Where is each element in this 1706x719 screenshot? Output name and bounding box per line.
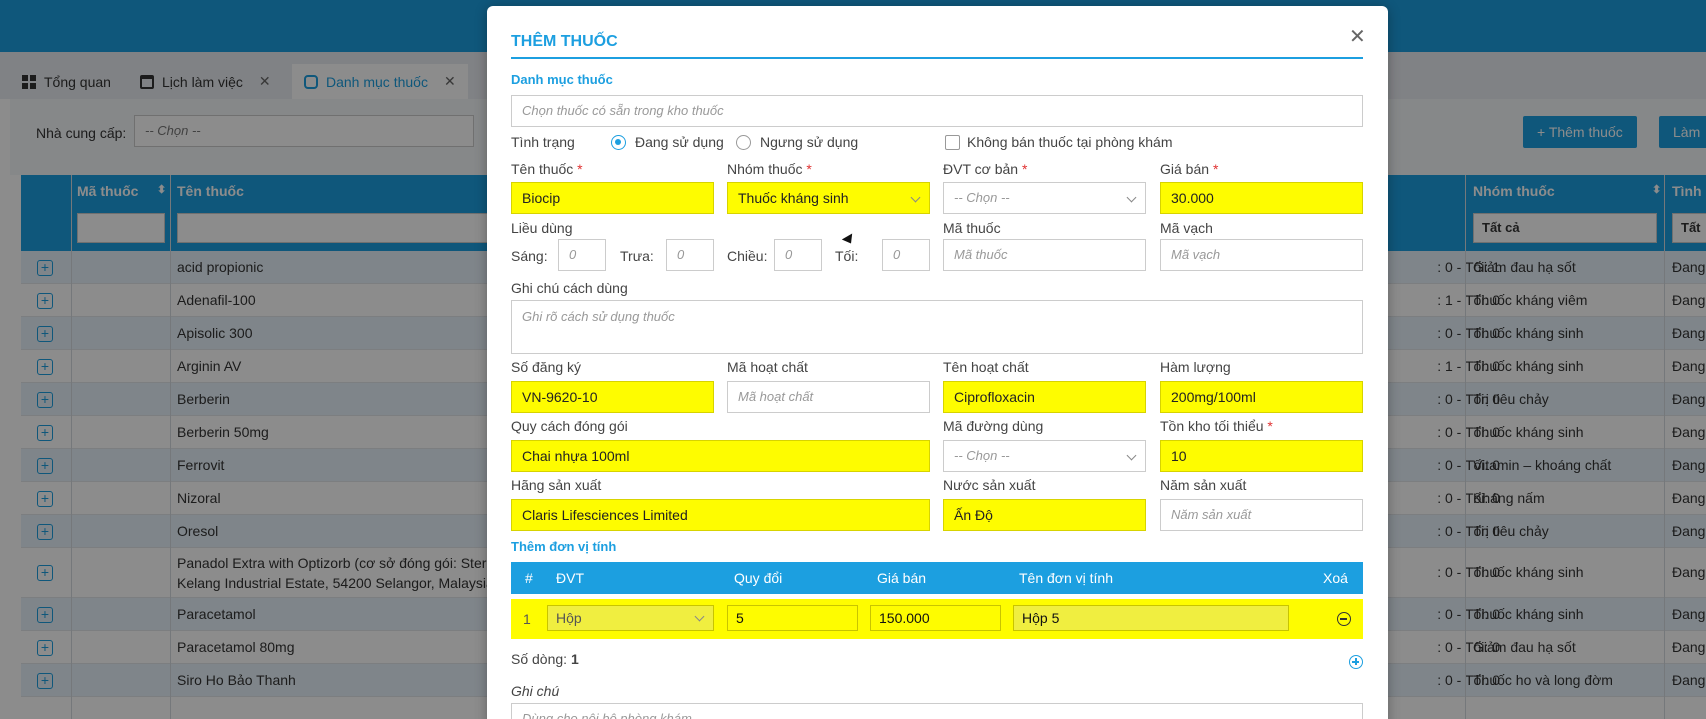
active-ingredient-input[interactable]: Ciprofloxacin xyxy=(943,381,1146,413)
min-stock-input[interactable]: 10 xyxy=(1160,440,1363,472)
afternoon-label: Chiều: xyxy=(727,248,768,264)
not-sold-checkbox[interactable] xyxy=(945,135,960,150)
unit-row: 1 Hộp 5 150.000 Hộp 5 xyxy=(511,599,1363,639)
barcode-input[interactable]: Mã vạch xyxy=(1160,239,1363,271)
chevron-down-icon xyxy=(1126,192,1137,203)
note-input[interactable]: Dùng cho nội bộ phòng khám xyxy=(511,703,1363,719)
barcode-label: Mã vạch xyxy=(1160,220,1213,236)
chevron-down-icon xyxy=(910,192,921,203)
base-unit-select[interactable]: -- Chọn -- xyxy=(943,182,1146,214)
status-inactive-label[interactable]: Ngưng sử dụng xyxy=(760,134,858,150)
chevron-down-icon xyxy=(1126,450,1137,461)
night-dose-input[interactable]: 0 xyxy=(882,239,930,271)
active-ingredient-label: Tên hoạt chất xyxy=(943,359,1029,375)
chevron-down-icon xyxy=(694,611,705,622)
dialog-title: THÊM THUỐC xyxy=(511,33,618,50)
route-label: Mã đường dùng xyxy=(943,418,1044,434)
status-active-radio[interactable] xyxy=(611,135,626,150)
unit-row-index: 1 xyxy=(523,611,531,627)
price-label: Giá bán * xyxy=(1160,161,1219,177)
drug-group-select[interactable]: Thuốc kháng sinh xyxy=(727,182,930,214)
base-unit-label: ĐVT cơ bản * xyxy=(943,161,1028,177)
price-input[interactable]: 30.000 xyxy=(1160,182,1363,214)
status-inactive-radio[interactable] xyxy=(736,135,751,150)
catalog-search-input[interactable]: Chọn thuốc có sẵn trong kho thuốc xyxy=(511,95,1363,127)
usage-note-label: Ghi chú cách dùng xyxy=(511,280,628,296)
catalog-section-title: Danh mục thuốc xyxy=(511,72,613,87)
packaging-input[interactable]: Chai nhựa 100ml xyxy=(511,440,930,472)
active-code-label: Mã hoạt chất xyxy=(727,359,808,375)
drug-name-label: Tên thuốc * xyxy=(511,161,583,177)
country-label: Nước sản xuất xyxy=(943,477,1036,493)
remove-circle-icon[interactable] xyxy=(1337,612,1351,626)
drug-code-input[interactable]: Mã thuốc xyxy=(943,239,1146,271)
noon-dose-input[interactable]: 0 xyxy=(666,239,714,271)
morning-dose-input[interactable]: 0 xyxy=(558,239,606,271)
unit-price-input[interactable]: 150.000 xyxy=(870,605,1001,631)
noon-label: Trưa: xyxy=(620,248,654,264)
row-count-label: Số dòng: 1 xyxy=(511,651,579,667)
year-label: Năm sản xuất xyxy=(1160,477,1247,493)
active-code-input[interactable]: Mã hoạt chất xyxy=(727,381,930,413)
registration-label: Số đăng ký xyxy=(511,359,582,375)
title-divider xyxy=(511,57,1363,59)
not-sold-label[interactable]: Không bán thuốc tại phòng khám xyxy=(967,134,1173,150)
packaging-label: Quy cách đóng gói xyxy=(511,418,628,434)
afternoon-dose-input[interactable]: 0 xyxy=(774,239,822,271)
content-label: Hàm lượng xyxy=(1160,359,1231,375)
unit-select[interactable]: Hộp xyxy=(547,605,714,631)
unit-convert-input[interactable]: 5 xyxy=(727,605,858,631)
drug-name-input[interactable]: Biocip xyxy=(511,182,714,214)
unit-name-input[interactable]: Hộp 5 xyxy=(1013,605,1289,631)
status-label: Tình trạng xyxy=(511,134,575,150)
add-circle-icon[interactable] xyxy=(1349,655,1363,669)
route-select[interactable]: -- Chọn -- xyxy=(943,440,1146,472)
manufacturer-input[interactable]: Claris Lifesciences Limited xyxy=(511,499,930,531)
min-stock-label: Tồn kho tối thiểu * xyxy=(1160,418,1273,434)
year-input[interactable]: Năm sản xuất xyxy=(1160,499,1363,531)
add-drug-dialog: THÊM THUỐC ✕ Danh mục thuốc Chọn thuốc c… xyxy=(487,6,1388,719)
drug-code-label: Mã thuốc xyxy=(943,220,1001,236)
units-section-title: Thêm đơn vị tính xyxy=(511,539,617,554)
close-icon[interactable]: ✕ xyxy=(1349,24,1366,49)
drug-group-label: Nhóm thuốc * xyxy=(727,161,812,177)
country-input[interactable]: Ấn Độ xyxy=(943,499,1146,531)
dosage-label: Liều dùng xyxy=(511,220,573,236)
units-table-header: # ĐVT Quy đổi Giá bán Tên đơn vị tính Xo… xyxy=(511,562,1363,594)
note-label: Ghi chú xyxy=(511,683,560,699)
status-active-label[interactable]: Đang sử dụng xyxy=(635,134,724,150)
night-label: Tối: xyxy=(835,248,859,264)
manufacturer-label: Hãng sản xuất xyxy=(511,477,602,493)
morning-label: Sáng: xyxy=(511,248,548,264)
usage-note-textarea[interactable]: Ghi rõ cách sử dụng thuốc xyxy=(511,300,1363,354)
content-input[interactable]: 200mg/100ml xyxy=(1160,381,1363,413)
registration-input[interactable]: VN-9620-10 xyxy=(511,381,714,413)
